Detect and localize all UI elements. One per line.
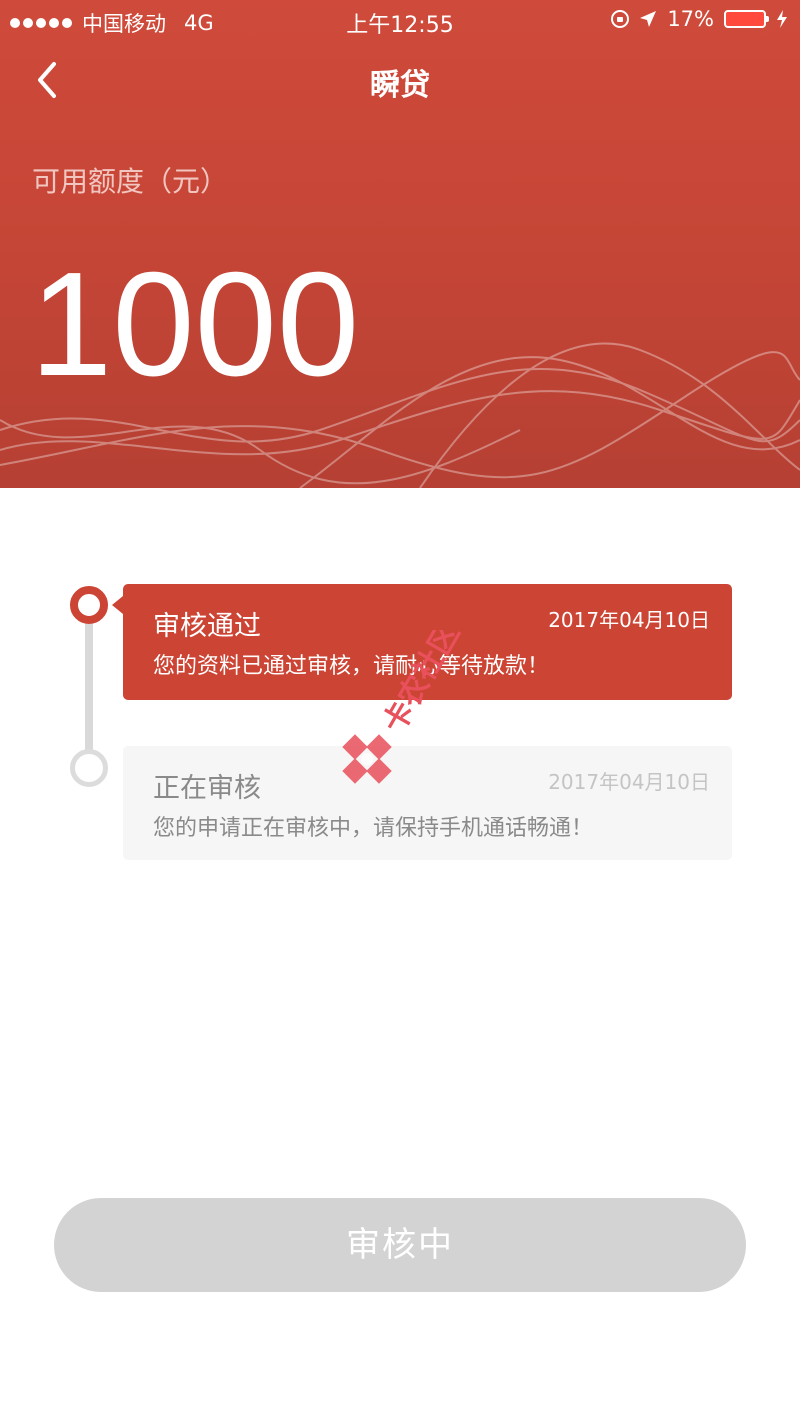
timeline-card-date: 2017年04月10日 — [548, 770, 710, 794]
orientation-lock-icon — [611, 10, 630, 28]
timeline-card-title: 审核通过 — [153, 611, 261, 642]
timeline-card-title: 正在审核 — [153, 773, 261, 804]
watermark-logo: 卡农社区 — [342, 630, 467, 784]
timeline-card-desc: 您的申请正在审核中，请保持手机通话畅通！ — [153, 816, 594, 841]
battery-icon — [724, 10, 769, 28]
watermark-text: 卡农社区 — [377, 630, 467, 739]
credit-header: 中国移动 4G 上午12:55 17% 瞬贷 可用额度（元） 1000 — [0, 0, 800, 488]
navigation-bar: 瞬贷 — [0, 40, 800, 120]
status-bar: 中国移动 4G 上午12:55 17% — [0, 0, 800, 40]
timeline-connector — [85, 610, 93, 760]
review-status-button[interactable]: 审核中 — [54, 1198, 746, 1292]
timeline-card-date: 2017年04月10日 — [548, 608, 710, 632]
location-arrow-icon — [640, 11, 657, 27]
timeline-node-reviewing — [70, 749, 108, 787]
page-title: 瞬贷 — [370, 68, 430, 103]
charging-icon — [777, 10, 787, 28]
battery-percent: 17% — [667, 7, 714, 31]
status-right: 17% — [611, 7, 788, 31]
credit-amount: 1000 — [30, 242, 360, 407]
credit-label: 可用额度（元） — [32, 165, 229, 198]
timeline-node-approved — [70, 586, 108, 624]
